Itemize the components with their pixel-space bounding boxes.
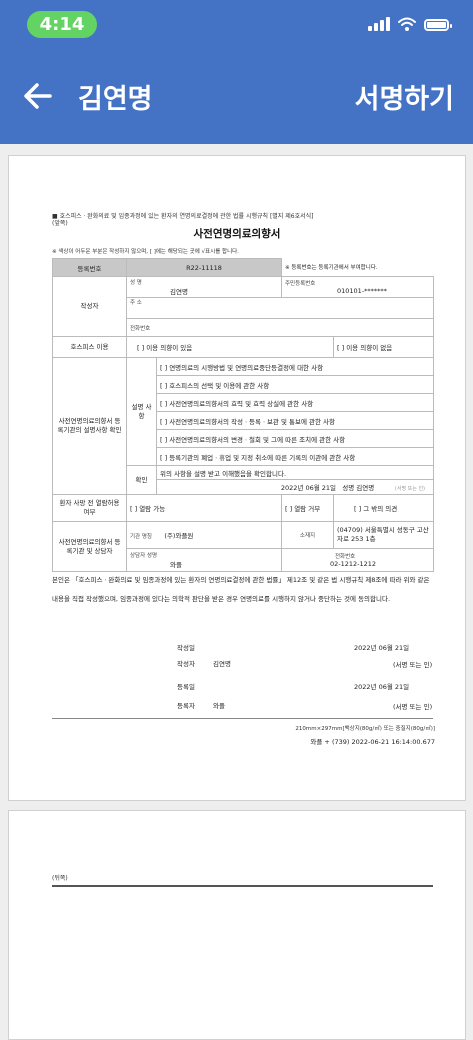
- document-page-2[interactable]: (뒤쪽): [8, 810, 466, 1040]
- reg-number-label: 등록번호: [52, 258, 127, 277]
- page2-side: (뒤쪽): [52, 875, 68, 882]
- agency-name-label: 기관 명칭: [130, 534, 152, 540]
- registered-date-label: 등록일: [177, 683, 195, 691]
- confirm-sign-row[interactable]: 2022년 06월 21일 성명 김연명 (서명 또는 인): [155, 479, 435, 495]
- registrar-label: 등록자: [177, 702, 195, 710]
- document-title: 사전연명의료의향서: [193, 228, 281, 240]
- back-arrow-icon[interactable]: [22, 80, 54, 112]
- address-field[interactable]: 주 소: [125, 297, 435, 319]
- consent-paragraph: 본인은 「호스피스ㆍ완화의료 및 임종과정에 있는 환자의 연명의료결정에 관한…: [52, 576, 430, 603]
- phone-field[interactable]: 전화번호: [125, 318, 435, 337]
- battery-icon: [424, 19, 452, 31]
- written-date-value: 2022년 06월 21일: [354, 644, 410, 652]
- consent-form-table: 등록번호 R22-11118 ※ 등록번호는 등록기관에서 부여합니다. 작성자…: [52, 258, 435, 572]
- phone-label: 전화번호: [130, 325, 151, 332]
- paper-spec: 210mm×297mm[백상지(80g/㎡) 또는 중질지(80g/㎡)]: [295, 726, 435, 732]
- page2-divider: [52, 885, 433, 887]
- name-value: 김연명: [170, 288, 188, 296]
- writer-sign-hint: (서명 또는 인): [393, 661, 433, 669]
- sign-button[interactable]: 서명하기: [355, 77, 454, 116]
- status-bar: 4:14: [0, 0, 473, 52]
- confirm-section-label: 사전연명의료의향서 등록기관의 설명사항 확인: [52, 357, 127, 495]
- agency-name-value: (주)와플원: [164, 532, 194, 540]
- cellular-signal-icon: [368, 17, 390, 31]
- rrn-label: 주민등록번호: [285, 281, 316, 287]
- confirm-label: 확인: [126, 465, 157, 495]
- hospice-no-checkbox[interactable]: [ ] 이용 의향이 없음: [332, 336, 435, 358]
- counselor-phone-value: 02-1212-1212: [330, 560, 377, 568]
- counselor-cell: 상담자 성명 와플: [126, 548, 282, 572]
- writer-sign-name[interactable]: 김연명: [213, 658, 231, 668]
- note-left: ※ 색상이 어두운 부분은 작성하지 않으며, [ ]에는 해당되는 곳에 √표…: [52, 249, 239, 255]
- hospice-label: 호스피스 이용: [52, 336, 127, 358]
- note-right: ※ 등록번호는 등록기관에서 부여합니다.: [285, 265, 378, 272]
- confirm-sign-name: 김연명: [356, 484, 375, 492]
- rrn-cell[interactable]: 주민등록번호 010101-*******: [280, 276, 435, 298]
- registered-date-value: 2022년 06월 21일: [354, 683, 410, 691]
- view-deny-checkbox[interactable]: [ ] 열람 거부: [281, 494, 334, 522]
- document-page-1[interactable]: ■ 호스피스ㆍ완화의료 및 임종과정에 있는 환자의 연명의료결정에 관한 법률…: [8, 155, 466, 801]
- view-other-checkbox[interactable]: [ ] 그 밖의 의견: [332, 494, 435, 522]
- status-time: 4:14: [27, 11, 97, 38]
- status-icons: [368, 17, 452, 31]
- name-cell[interactable]: 성 명 김연명: [126, 276, 282, 298]
- view-permission-label: 환자 사망 전 열람허용 여부: [52, 494, 127, 522]
- agency-addr-label: 소재지: [281, 521, 334, 549]
- reg-number-value: R22-11118: [126, 258, 282, 277]
- registrar-sign-hint: (서명 또는 인): [393, 703, 433, 711]
- registrar-name[interactable]: 와플: [213, 700, 225, 710]
- explain-item[interactable]: [ ] 사전연명의료의향서의 변경ㆍ철회 및 그에 따른 조치에 관한 사항: [155, 429, 435, 448]
- explain-item[interactable]: [ ] 연명의료의 시행방법 및 연명의료중단등결정에 대한 사항: [155, 357, 435, 376]
- name-label: 성 명: [130, 280, 142, 286]
- footer-divider: [52, 718, 433, 719]
- app-bar: 김연명 서명하기: [0, 52, 473, 144]
- form-number: ■ 호스피스ㆍ완화의료 및 임종과정에 있는 환자의 연명의료결정에 관한 법률…: [52, 213, 314, 220]
- explain-item[interactable]: [ ] 사전연명의료의향서의 효력 및 효력 상실에 관한 사항: [155, 393, 435, 412]
- written-date-label: 작성일: [177, 644, 195, 652]
- counselor-value: 와플: [170, 561, 182, 569]
- confirm-sign-label: 성명: [342, 484, 355, 492]
- page-title: 김연명: [78, 84, 153, 115]
- address-label: 주 소: [130, 300, 142, 306]
- hospice-yes-checkbox[interactable]: [ ] 이용 의향이 있음: [126, 336, 334, 358]
- agency-name-cell: 기관 명칭 (주)와플원: [126, 521, 282, 549]
- confirm-date: 2022년 06월 21일: [280, 484, 337, 492]
- sign-hint: (서명 또는 인): [394, 486, 426, 492]
- writer-sign-label: 작성자: [177, 660, 195, 668]
- writer-label: 작성자: [52, 276, 127, 337]
- agency-addr-value: (04709) 서울특별시 성동구 고산자로 253 1층: [332, 521, 435, 549]
- explain-label: 설명 사항: [126, 357, 157, 466]
- view-allow-checkbox[interactable]: [ ] 열람 가능: [126, 494, 282, 522]
- explain-item[interactable]: [ ] 호스피스의 선택 및 이용에 관한 사항: [155, 375, 435, 394]
- rrn-value: 010101-*******: [337, 287, 387, 295]
- confirm-text: 위의 사항을 설명 받고 이해했음을 확인합니다.: [155, 465, 435, 480]
- counselor-phone-cell: 전화번호 02-1212-1212: [280, 548, 435, 572]
- agency-label: 사전연명의료의향서 등록기관 및 상담자: [52, 521, 127, 572]
- stamp-line: 와플 + (739) 2022-06-21 16:14:00.677: [310, 738, 435, 746]
- explain-item[interactable]: [ ] 사전연명의료의향서의 작성ㆍ등록ㆍ보관 및 통보에 관한 사항: [155, 411, 435, 430]
- explain-item[interactable]: [ ] 등록기관의 폐업ㆍ휴업 및 지정 취소에 따른 기록의 이관에 관한 사…: [155, 447, 435, 466]
- counselor-label: 상담자 성명: [130, 553, 158, 559]
- counselor-phone-label: 전화번호: [335, 554, 356, 560]
- wifi-icon: [398, 17, 416, 31]
